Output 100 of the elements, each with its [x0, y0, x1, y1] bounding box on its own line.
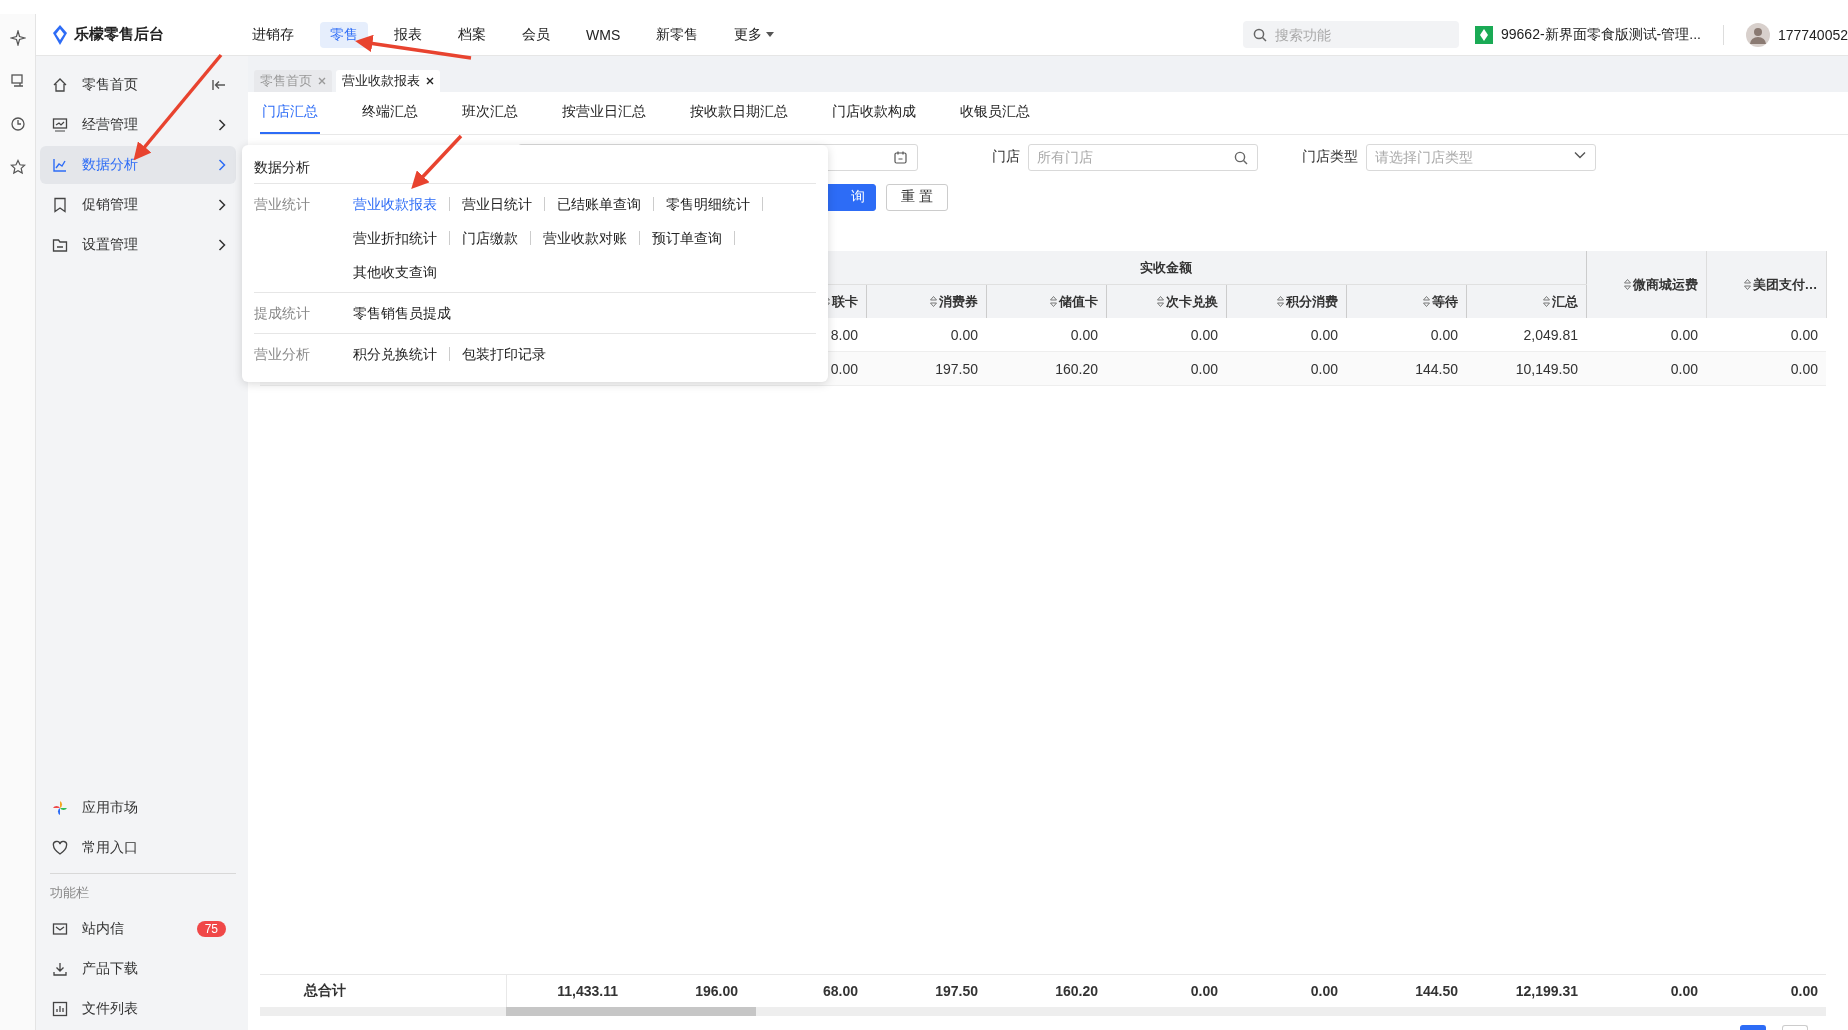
table-cell: 197.50 — [866, 351, 986, 386]
column-header[interactable]: 次卡兑换 — [1106, 284, 1226, 318]
sort-icon[interactable] — [1422, 295, 1430, 307]
menu-title: 数据分析 — [254, 151, 816, 184]
column-header[interactable]: 美团支付… — [1706, 251, 1827, 318]
column-header[interactable]: 汇总 — [1466, 284, 1587, 318]
search-icon — [1253, 28, 1267, 42]
chevron-right-icon — [218, 159, 226, 171]
sidebar-item[interactable]: 文件列表 — [40, 990, 236, 1028]
app-title: 乐檬零售后台 — [74, 25, 164, 44]
report-tab[interactable]: 门店收款构成 — [830, 92, 918, 134]
menu-item[interactable]: 营业收款对账 — [543, 231, 640, 245]
sidebar-item[interactable]: 设置管理 — [40, 226, 236, 264]
sort-icon[interactable] — [1049, 295, 1057, 307]
menu-item[interactable]: 门店缴款 — [462, 231, 531, 245]
menu-item[interactable]: 包装打印记录 — [462, 347, 558, 361]
nav-tab[interactable]: 新零售 — [646, 21, 709, 48]
sort-icon[interactable] — [1276, 295, 1284, 307]
menu-item[interactable]: 已结账单查询 — [557, 197, 654, 211]
report-tab[interactable]: 按营业日汇总 — [560, 92, 648, 134]
download-icon — [52, 961, 68, 977]
menu-item[interactable]: 积分兑换统计 — [353, 347, 450, 361]
menu-group-label: 营业分析 — [254, 345, 311, 364]
nav-tab[interactable]: 会员 — [512, 21, 560, 48]
menu-item[interactable]: 零售销售员提成 — [353, 306, 463, 320]
home-icon — [52, 77, 68, 93]
chevron-right-icon — [218, 239, 226, 251]
horizontal-scrollbar[interactable] — [260, 1007, 1826, 1016]
star-icon[interactable] — [9, 159, 26, 175]
nav-tab[interactable]: 进销存 — [242, 21, 304, 48]
bar-chart-icon — [52, 1001, 68, 1017]
store-name[interactable]: 99662-新界面零食版测试-管理... — [1501, 25, 1701, 44]
report-tab[interactable]: 收银员汇总 — [958, 92, 1032, 134]
page-button[interactable] — [1740, 1025, 1766, 1030]
page-tab[interactable]: 营业收款报表 — [336, 70, 440, 92]
table-cell: 0.00 — [1586, 351, 1707, 386]
sort-icon[interactable] — [1542, 295, 1550, 307]
page-button[interactable] — [1782, 1025, 1808, 1030]
store-field[interactable]: 所有门店 — [1028, 143, 1258, 171]
table-cell: 0.00 — [1226, 351, 1346, 386]
collapse-icon[interactable] — [212, 79, 226, 91]
line-chart-icon — [52, 157, 68, 173]
sidebar-item[interactable]: 产品下载 — [40, 950, 236, 988]
sidebar-item[interactable]: 站内信 75 — [40, 910, 236, 948]
menu-item[interactable]: 营业收款报表 — [353, 197, 450, 211]
report-tab[interactable]: 门店汇总 — [260, 92, 320, 134]
nav-tab[interactable]: 档案 — [448, 21, 496, 48]
menu-item[interactable]: 零售明细统计 — [666, 197, 763, 211]
nav-tab[interactable]: 更多 — [724, 21, 785, 48]
search-field[interactable]: 搜索功能 — [1243, 21, 1459, 48]
calendar-icon — [894, 150, 907, 164]
user-name[interactable]: 177740052 — [1777, 26, 1848, 43]
reset-button[interactable]: 重置 — [886, 183, 948, 211]
report-tab[interactable]: 终端汇总 — [360, 92, 420, 134]
close-icon[interactable] — [426, 77, 434, 85]
nav-tab[interactable]: 零售 — [320, 21, 368, 48]
menu-item[interactable]: 营业折扣统计 — [353, 231, 450, 245]
column-header[interactable]: 等待 — [1346, 284, 1466, 318]
sidebar-item[interactable]: 零售首页 — [40, 66, 236, 104]
chevron-right-icon — [218, 199, 226, 211]
column-header[interactable]: 储值卡 — [986, 284, 1106, 318]
scrollbar-thumb[interactable] — [506, 1007, 756, 1016]
column-header[interactable]: 消费券 — [866, 284, 986, 318]
column-header[interactable]: 微商城运费 — [1586, 251, 1707, 318]
nav-tab[interactable]: 报表 — [384, 21, 432, 48]
menu-item[interactable]: 营业日统计 — [462, 197, 545, 211]
nav-tab[interactable]: WMS — [576, 21, 631, 48]
sort-icon[interactable] — [1156, 295, 1164, 307]
sort-icon[interactable] — [929, 295, 937, 307]
store-type-select[interactable]: 请选择门店类型 — [1366, 143, 1596, 171]
sidebar-item[interactable]: 常用入口 — [40, 829, 236, 867]
sort-icon[interactable] — [1743, 278, 1751, 290]
sidebar-item[interactable]: 应用市场 — [40, 789, 236, 827]
table-cell: 0.00 — [1586, 318, 1707, 352]
avatar[interactable] — [1745, 22, 1770, 47]
report-tab[interactable]: 班次汇总 — [460, 92, 520, 134]
logo-icon — [52, 24, 68, 45]
menu-item[interactable]: 其他收支查询 — [353, 265, 449, 279]
menu-group-label: 营业统计 — [254, 195, 311, 214]
table-cell: 0.00 — [1226, 318, 1346, 352]
table-cell: 0.00 — [986, 318, 1106, 352]
sidebar-item[interactable]: 数据分析 — [40, 146, 236, 184]
sidebar-item[interactable]: 经营管理 — [40, 106, 236, 144]
report-tab[interactable]: 按收款日期汇总 — [688, 92, 790, 134]
menu-item[interactable]: 预订单查询 — [652, 231, 735, 245]
table-cell: 0.00 — [1706, 318, 1827, 352]
sort-icon[interactable] — [1623, 278, 1631, 290]
table-cell: 0.00 — [1346, 318, 1466, 352]
sparkle-icon[interactable] — [9, 30, 26, 46]
mail-icon — [52, 921, 68, 937]
field-label: 门店 — [992, 148, 1020, 166]
chevron-right-icon — [218, 119, 226, 131]
column-header[interactable]: 积分消费 — [1226, 284, 1346, 318]
search-icon — [1234, 150, 1248, 165]
table-cell: 11,433.11 — [506, 974, 626, 1007]
table-cell: 0.00 — [1706, 351, 1827, 386]
monitor-icon[interactable] — [9, 73, 26, 89]
sidebar-item[interactable]: 促销管理 — [40, 186, 236, 224]
heart-icon — [52, 840, 68, 856]
clock-icon[interactable] — [9, 116, 26, 132]
